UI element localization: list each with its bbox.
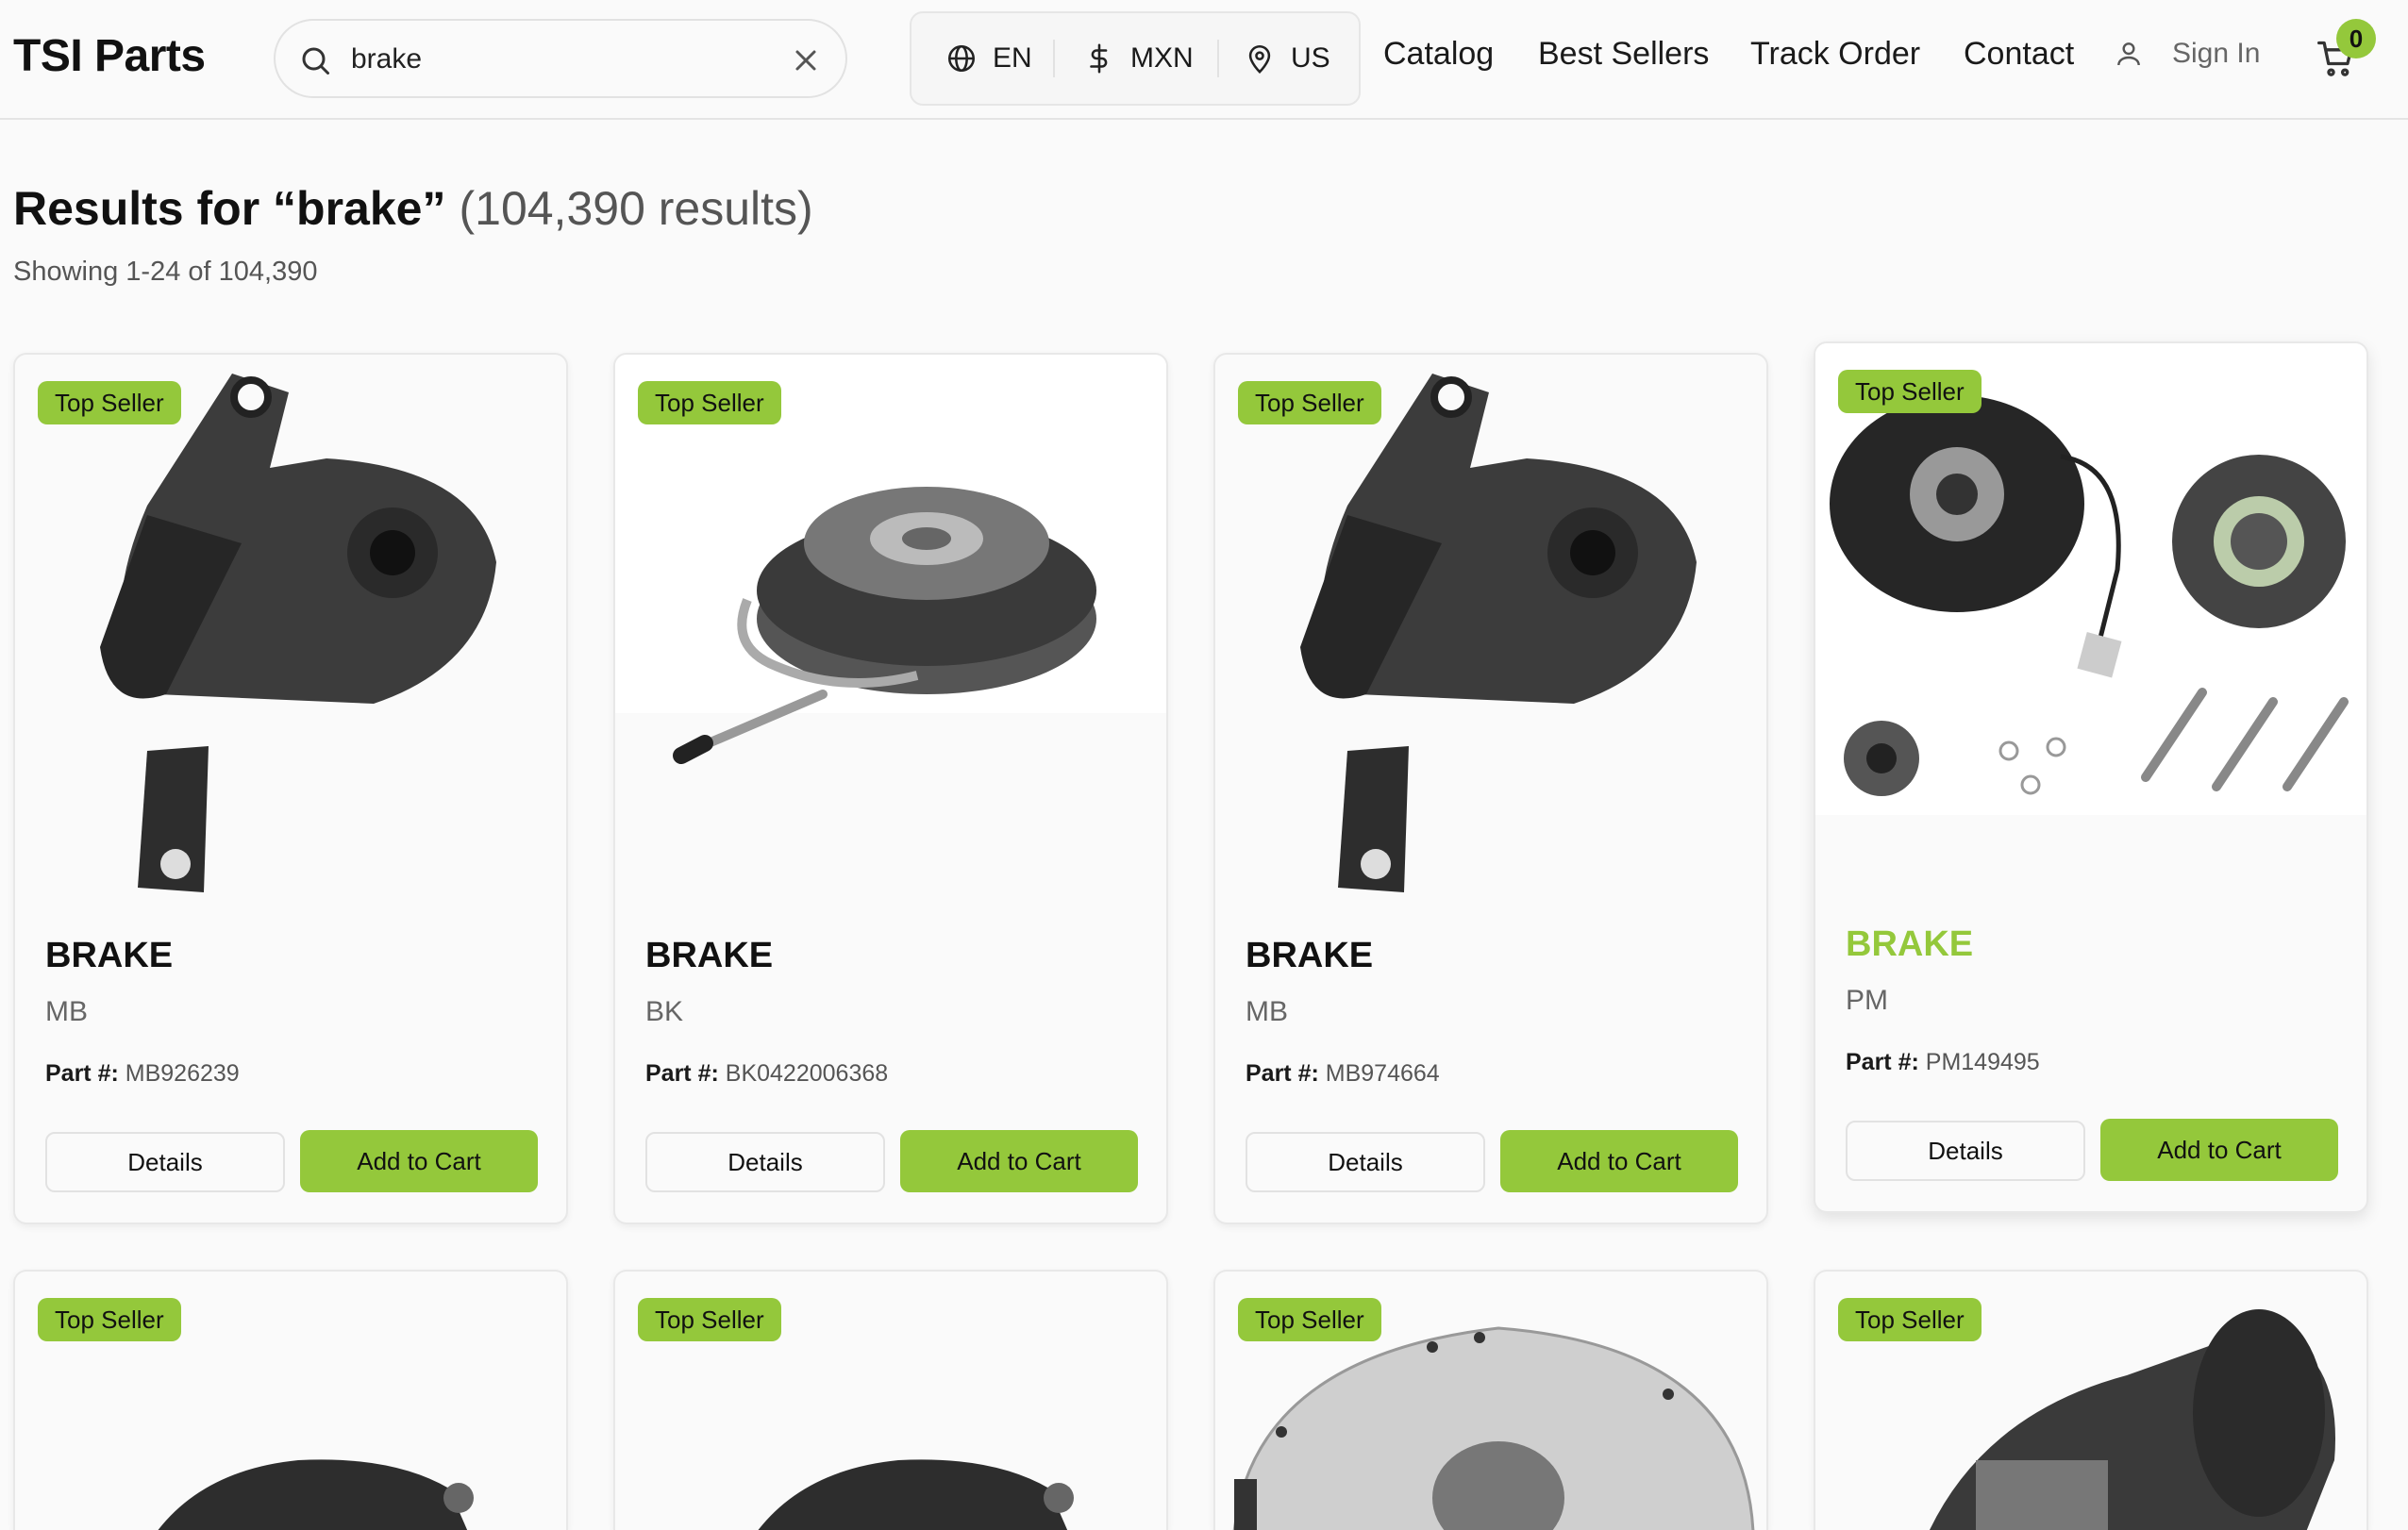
product-brand: MB <box>1246 996 1288 1027</box>
product-card[interactable]: Top Seller <box>13 1270 568 1530</box>
product-title[interactable]: BRAKE <box>645 936 773 976</box>
results-heading: Results for “brake” (104,390 results) <box>13 181 813 236</box>
product-title[interactable]: BRAKE <box>1846 924 1973 965</box>
part-number-value: PM149495 <box>1925 1049 2040 1075</box>
nav-best-sellers[interactable]: Best Sellers <box>1538 36 1709 73</box>
product-card[interactable]: Top Seller <box>613 1270 1168 1530</box>
clear-search-icon[interactable] <box>789 43 823 77</box>
part-number: Part #: BK0422006368 <box>645 1060 888 1088</box>
part-number: Part #: MB974664 <box>1246 1060 1440 1088</box>
product-card[interactable]: Top Seller BRAKE MB Part #: MB926239 Det… <box>13 353 568 1224</box>
details-button[interactable]: Details <box>45 1132 285 1192</box>
results-title: Results for “brake” <box>13 182 446 235</box>
product-image[interactable] <box>1815 343 2368 909</box>
locale-selector: EN MXN US <box>910 11 1361 106</box>
dollar-icon <box>1090 43 1108 74</box>
product-brand: PM <box>1846 985 1888 1016</box>
top-seller-badge: Top Seller <box>638 381 781 424</box>
language-selector[interactable]: EN <box>945 13 1032 104</box>
part-number-value: BK0422006368 <box>725 1060 889 1087</box>
product-brand: BK <box>645 996 684 1027</box>
product-title[interactable]: BRAKE <box>45 936 173 976</box>
cart-count-badge: 0 <box>2336 19 2376 58</box>
part-number: Part #: MB926239 <box>45 1060 240 1088</box>
details-button[interactable]: Details <box>1246 1132 1485 1192</box>
product-card[interactable]: Top Seller BRAKE MB Part #: MB974664 Det… <box>1213 353 1768 1224</box>
details-button[interactable]: Details <box>1846 1121 2085 1181</box>
showing-range: Showing 1-24 of 104,390 <box>13 257 318 287</box>
divider <box>1053 40 1055 77</box>
nav-catalog[interactable]: Catalog <box>1383 36 1494 73</box>
product-image[interactable] <box>615 355 1168 921</box>
search-bar[interactable] <box>274 19 847 98</box>
add-to-cart-button[interactable]: Add to Cart <box>900 1130 1138 1192</box>
region-selector[interactable]: US <box>1244 13 1330 104</box>
product-card[interactable]: Top Seller <box>1814 1270 2368 1530</box>
top-seller-badge: Top Seller <box>638 1298 781 1341</box>
currency-label: MXN <box>1130 42 1194 74</box>
part-number-label: Part #: <box>45 1060 119 1087</box>
divider <box>1217 40 1219 77</box>
part-number: Part #: PM149495 <box>1846 1049 2040 1076</box>
part-number-value: MB926239 <box>125 1060 240 1087</box>
add-to-cart-button[interactable]: Add to Cart <box>2100 1119 2338 1181</box>
product-image[interactable] <box>1215 355 1768 921</box>
top-seller-badge: Top Seller <box>1838 1298 1982 1341</box>
sign-in-link[interactable]: Sign In <box>2114 38 2260 70</box>
site-logo[interactable]: TSI Parts <box>13 30 206 82</box>
add-to-cart-button[interactable]: Add to Cart <box>1500 1130 1738 1192</box>
product-brand: MB <box>45 996 88 1027</box>
part-number-label: Part #: <box>645 1060 719 1087</box>
site-header: TSI Parts EN MXN US Catalog Best Sellers… <box>0 0 2408 120</box>
results-count: (104,390 results) <box>459 182 813 235</box>
product-image[interactable] <box>15 355 568 921</box>
add-to-cart-button[interactable]: Add to Cart <box>300 1130 538 1192</box>
language-label: EN <box>993 42 1032 74</box>
search-input[interactable] <box>351 38 766 81</box>
search-icon <box>302 47 329 75</box>
globe-icon <box>947 44 976 73</box>
product-card[interactable]: Top Seller <box>1213 1270 1768 1530</box>
product-card[interactable]: Top Seller BRAKE PM Part #: PM149495 Det… <box>1814 341 2368 1213</box>
part-number-label: Part #: <box>1246 1060 1319 1087</box>
top-seller-badge: Top Seller <box>38 1298 181 1341</box>
top-seller-badge: Top Seller <box>1238 1298 1381 1341</box>
part-number-value: MB974664 <box>1325 1060 1440 1087</box>
product-card[interactable]: Top Seller BRAKE BK Part #: BK0422006368… <box>613 353 1168 1224</box>
part-number-label: Part #: <box>1846 1049 1919 1075</box>
region-label: US <box>1291 42 1330 74</box>
details-button[interactable]: Details <box>645 1132 885 1192</box>
currency-selector[interactable]: MXN <box>1083 13 1194 104</box>
nav-contact[interactable]: Contact <box>1964 36 2074 73</box>
top-seller-badge: Top Seller <box>38 381 181 424</box>
location-pin-icon <box>1248 44 1271 74</box>
user-icon <box>2117 42 2140 66</box>
top-seller-badge: Top Seller <box>1238 381 1381 424</box>
nav-track-order[interactable]: Track Order <box>1750 36 1920 73</box>
sign-in-label: Sign In <box>2172 38 2261 69</box>
top-seller-badge: Top Seller <box>1838 370 1982 413</box>
product-title[interactable]: BRAKE <box>1246 936 1373 976</box>
